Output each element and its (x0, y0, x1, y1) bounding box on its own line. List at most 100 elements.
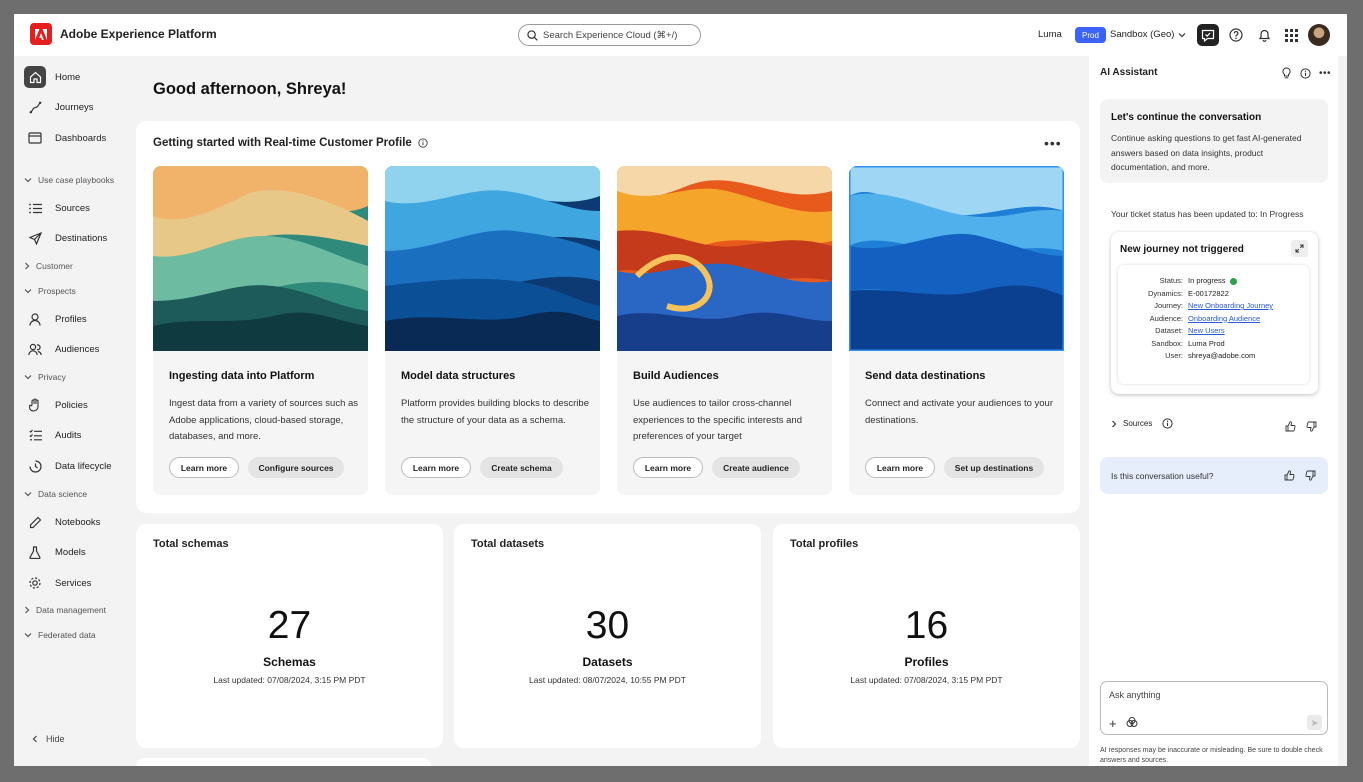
audience-link[interactable]: Onboarding Audience (1188, 314, 1260, 323)
sidebar-item-audiences[interactable]: Audiences (24, 337, 136, 361)
ticket-row-journey: Journey: New Onboarding Journey (1118, 301, 1309, 310)
sidebar-item-audits[interactable]: Audits (24, 423, 136, 447)
adobe-logo-icon[interactable] (30, 23, 52, 45)
feedback-buttons (1285, 421, 1317, 432)
tile-image (617, 166, 832, 351)
learn-more-button[interactable]: Learn more (401, 457, 471, 478)
hide-sidebar-button[interactable]: Hide (32, 734, 65, 744)
home-icon (24, 66, 46, 88)
sidebar-item-notebooks[interactable]: Notebooks (24, 510, 136, 534)
set-up-destinations-button[interactable]: Set up destinations (944, 457, 1044, 478)
sidebar-item-destinations[interactable]: Destinations (24, 226, 136, 250)
app-switcher-grid-icon[interactable] (1282, 26, 1300, 44)
thumbs-up-icon[interactable] (1284, 470, 1295, 481)
learn-more-button[interactable]: Learn more (865, 457, 935, 478)
tile-title: Build Audiences (633, 370, 719, 382)
add-icon[interactable]: + (1109, 716, 1117, 731)
notifications-bell-icon[interactable] (1255, 26, 1273, 44)
attachment-icon[interactable] (1126, 717, 1138, 728)
sidebar-item-label: Home (55, 71, 81, 83)
search-input[interactable]: Search Experience Cloud (⌘+/) (518, 24, 701, 46)
tile-model-data: Model data structures Platform provides … (385, 166, 600, 495)
stat-card-datasets: Total datasets 30 Datasets Last updated:… (454, 524, 761, 748)
user-avatar[interactable] (1308, 24, 1330, 46)
section-customer[interactable]: Customer (24, 261, 73, 271)
ticket-details: Status: In progress Dynamics: E-00172822… (1118, 265, 1309, 384)
tile-image (849, 166, 1064, 351)
dashboard-icon (24, 127, 46, 149)
getting-started-card: Getting started with Real-time Customer … (136, 121, 1080, 513)
sidebar-item-journeys[interactable]: Journeys (24, 95, 136, 119)
send-button[interactable] (1307, 715, 1322, 730)
stat-card-profiles: Total profiles 16 Profiles Last updated:… (773, 524, 1080, 748)
flask-icon (24, 541, 46, 563)
env-badge: Prod (1075, 27, 1106, 43)
section-prospects[interactable]: Prospects (24, 286, 76, 296)
lightbulb-icon[interactable] (1279, 66, 1293, 80)
more-options-icon[interactable]: ••• (1044, 135, 1062, 151)
stat-value: 16 (904, 604, 949, 647)
info-icon[interactable] (418, 138, 428, 148)
configure-sources-button[interactable]: Configure sources (248, 457, 344, 478)
expand-icon[interactable] (1291, 240, 1308, 257)
send-icon (1311, 719, 1318, 726)
ticket-key: Status: (1159, 276, 1183, 285)
ask-input[interactable]: Ask anything + (1100, 681, 1328, 735)
sidebar-item-label: Audiences (55, 343, 100, 355)
section-label: Use case playbooks (38, 175, 115, 185)
org-name[interactable]: Luma (1038, 29, 1062, 40)
info-icon[interactable] (1298, 66, 1312, 80)
ask-placeholder: Ask anything (1109, 690, 1161, 700)
help-icon[interactable] (1227, 26, 1245, 44)
sources-toggle[interactable]: Sources (1111, 418, 1173, 429)
sources-label: Sources (1123, 419, 1153, 428)
sidebar-item-dashboards[interactable]: Dashboards (24, 126, 136, 150)
section-data-management[interactable]: Data management (24, 605, 106, 615)
thumbs-down-icon[interactable] (1306, 421, 1317, 432)
sidebar-item-label: Models (55, 546, 86, 558)
pencil-icon (24, 511, 46, 533)
ticket-key: Sandbox: (1151, 338, 1183, 348)
learn-more-button[interactable]: Learn more (169, 457, 239, 478)
section-use-case-playbooks[interactable]: Use case playbooks (24, 175, 114, 185)
journey-icon (24, 96, 46, 118)
sidebar-item-models[interactable]: Models (24, 540, 136, 564)
dataset-link[interactable]: New Users (1188, 326, 1225, 335)
sidebar-item-label: Notebooks (55, 516, 101, 528)
thumbs-down-icon[interactable] (1305, 470, 1316, 481)
journey-link[interactable]: New Onboarding Journey (1188, 301, 1273, 310)
sidebar-item-services[interactable]: Services (24, 571, 136, 595)
ticket-key: Dynamics: (1147, 288, 1183, 298)
intro-heading: Let's continue the conversation (1111, 112, 1262, 123)
thumbs-up-icon[interactable] (1285, 421, 1296, 432)
sidebar-item-sources[interactable]: Sources (24, 196, 136, 220)
sidebar-item-policies[interactable]: Policies (24, 393, 136, 417)
tile-description: Platform provides building blocks to des… (401, 398, 589, 426)
more-options-icon[interactable]: ••• (1318, 66, 1332, 80)
section-federated-data[interactable]: Federated data (24, 630, 96, 640)
section-label: Customer (36, 261, 73, 271)
feedback-question: Is this conversation useful? (1111, 471, 1214, 481)
learn-more-button[interactable]: Learn more (633, 457, 703, 478)
ticket-value: shreya@adobe.com (1188, 351, 1256, 360)
ai-assistant-button[interactable] (1197, 24, 1219, 46)
create-audience-button[interactable]: Create audience (712, 457, 800, 478)
ticket-value: Luma Prod (1188, 338, 1225, 348)
status-text: In progress (1188, 276, 1226, 285)
ticket-row-sandbox: Sandbox: Luma Prod (1118, 339, 1309, 348)
sidebar-item-home[interactable]: Home (24, 65, 136, 89)
stat-value: 30 (585, 604, 630, 647)
sidebar-item-profiles[interactable]: Profiles (24, 307, 136, 331)
section-privacy[interactable]: Privacy (24, 372, 66, 382)
getting-started-title: Getting started with Real-time Customer … (153, 137, 412, 149)
section-data-science[interactable]: Data science (24, 489, 87, 499)
stat-updated: Last updated: 08/07/2024, 10:55 PM PDT (529, 675, 686, 685)
search-placeholder: Search Experience Cloud (⌘+/) (543, 29, 678, 41)
feedback-prompt: Is this conversation useful? (1100, 457, 1328, 494)
stat-card-schemas: Total schemas 27 Schemas Last updated: 0… (136, 524, 443, 748)
tile-title: Model data structures (401, 370, 516, 382)
ticket-key: User: (1165, 351, 1183, 360)
sandbox-selector[interactable]: Sandbox (Geo) (1110, 29, 1186, 40)
create-schema-button[interactable]: Create schema (480, 457, 563, 478)
sidebar-item-data-lifecycle[interactable]: Data lifecycle (24, 454, 136, 478)
